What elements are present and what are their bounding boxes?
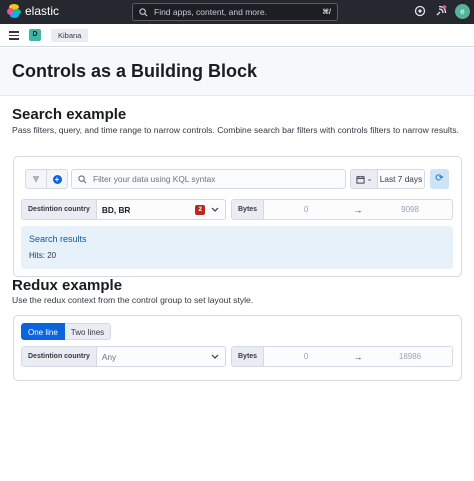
redux-country-control[interactable]: Destintion country Any bbox=[21, 346, 226, 367]
country-control-value: BD, BR bbox=[101, 204, 131, 215]
redux-country-control-value: Any bbox=[101, 351, 117, 362]
elastic-logo[interactable]: elastic bbox=[7, 4, 59, 18]
bytes-max-input[interactable]: 9098 bbox=[368, 205, 452, 214]
layout-two-lines-button[interactable]: Two lines bbox=[64, 323, 112, 340]
space-avatar[interactable]: D bbox=[29, 29, 41, 41]
keyboard-shortcut: ⌘/ bbox=[322, 9, 331, 16]
layout-one-line-button[interactable]: One line bbox=[21, 323, 65, 340]
calendar-icon bbox=[356, 175, 365, 184]
page-title: Controls as a Building Block bbox=[12, 61, 258, 81]
redux-bytes-min-input[interactable]: 0 bbox=[264, 352, 348, 361]
chevron-down-icon[interactable] bbox=[210, 205, 220, 214]
search-icon bbox=[78, 174, 87, 183]
selection-count-badge: 2 bbox=[195, 204, 205, 215]
search-results-hits: Hits: 20 bbox=[29, 251, 57, 260]
chevron-down-icon[interactable] bbox=[210, 352, 220, 361]
redux-bytes-max-input[interactable]: 18986 bbox=[368, 352, 452, 361]
global-search-bar[interactable]: Find apps, content, and more. ⌘/ bbox=[132, 3, 338, 21]
global-search-placeholder: Find apps, content, and more. bbox=[154, 7, 267, 17]
redux-bytes-control-label: Bytes bbox=[232, 347, 265, 366]
refresh-icon: ⟳ bbox=[435, 173, 444, 184]
brand-name: elastic bbox=[25, 4, 60, 18]
refresh-button[interactable]: ⟳ bbox=[430, 169, 449, 189]
date-quick-menu-button[interactable]: ⌄ bbox=[350, 169, 378, 189]
chevron-down-icon: ⌄ bbox=[366, 176, 373, 183]
bytes-range-control[interactable]: Bytes 0 → 9098 bbox=[231, 199, 453, 220]
user-avatar[interactable]: e bbox=[455, 4, 470, 19]
breadcrumb-bar: D Kibana bbox=[0, 24, 474, 47]
search-icon bbox=[139, 7, 148, 16]
bytes-min-input[interactable]: 0 bbox=[264, 205, 348, 214]
elastic-logo-icon bbox=[7, 4, 21, 18]
plus-icon: + bbox=[52, 174, 62, 184]
search-results-callout: Search results Hits: 20 bbox=[21, 226, 453, 269]
redux-country-control-label: Destintion country bbox=[22, 347, 97, 366]
arrow-right-icon: → bbox=[353, 204, 363, 215]
country-control-label: Destintion country bbox=[22, 200, 97, 219]
filter-button-group: + bbox=[25, 169, 68, 189]
filter-icon bbox=[33, 176, 39, 182]
date-range-display[interactable]: Last 7 days bbox=[378, 169, 425, 189]
news-feed-icon[interactable] bbox=[434, 5, 448, 19]
breadcrumb-kibana[interactable]: Kibana bbox=[51, 29, 89, 42]
global-header: elastic Find apps, content, and more. ⌘/… bbox=[0, 0, 474, 24]
search-example-description: Pass filters, query, and time range to n… bbox=[12, 125, 459, 135]
redux-bytes-range-control[interactable]: Bytes 0 → 18986 bbox=[231, 346, 453, 367]
kql-query-input[interactable] bbox=[93, 174, 323, 184]
kql-query-field[interactable] bbox=[71, 169, 346, 189]
layout-toggle-group: One line Two lines bbox=[21, 323, 112, 340]
add-filter-button[interactable]: + bbox=[46, 170, 67, 188]
redux-example-heading: Redux example bbox=[12, 277, 123, 294]
help-icon[interactable] bbox=[413, 5, 427, 19]
country-control[interactable]: Destintion country BD, BR 2 bbox=[21, 199, 226, 220]
redux-example-description: Use the redux context from the control g… bbox=[12, 295, 254, 305]
menu-icon[interactable] bbox=[9, 31, 19, 40]
arrow-right-icon: → bbox=[353, 351, 363, 362]
bytes-control-label: Bytes bbox=[232, 200, 265, 219]
search-results-title: Search results bbox=[29, 234, 87, 244]
search-example-heading: Search example bbox=[12, 106, 127, 123]
filter-menu-button[interactable] bbox=[26, 170, 46, 188]
